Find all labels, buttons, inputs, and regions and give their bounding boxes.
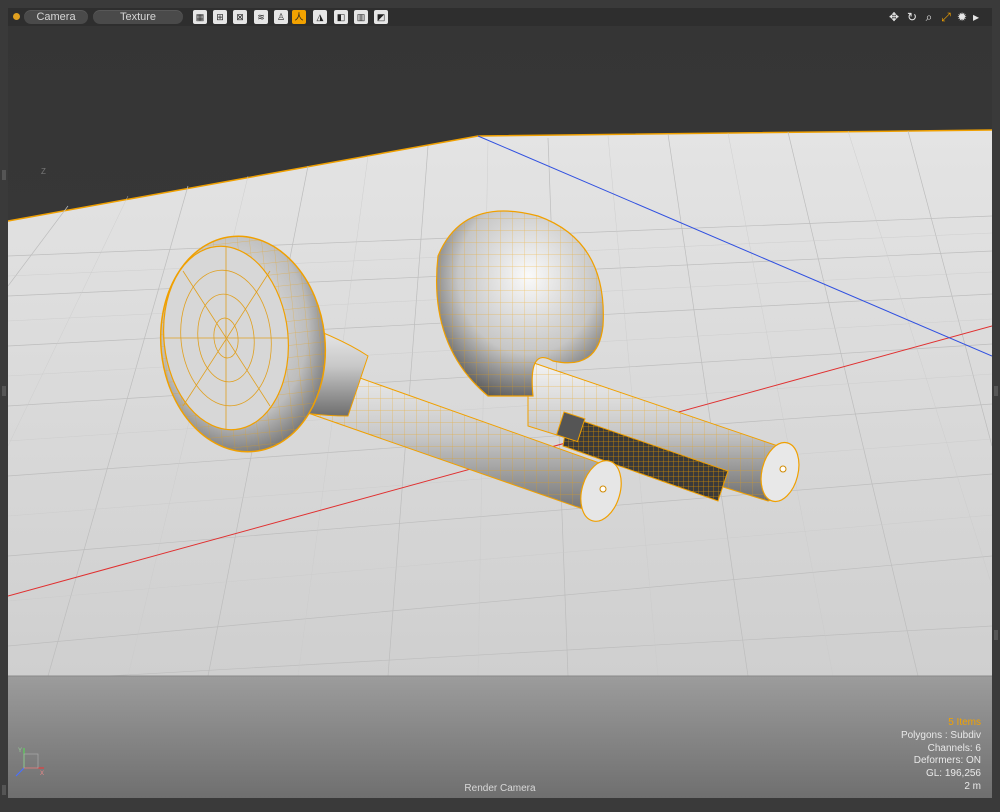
axis-gizmo-icon: Y X xyxy=(15,748,44,777)
left-resize-handle-mid[interactable] xyxy=(2,386,6,396)
right-resize-handle-mid[interactable] xyxy=(994,386,998,396)
wire-box-icon[interactable]: ⊠ xyxy=(233,10,247,24)
texture-dropdown[interactable]: Texture xyxy=(93,10,183,24)
deformers-status: Deformers: ON xyxy=(913,755,981,767)
nodes-icon[interactable]: ⊞ xyxy=(213,10,227,24)
more-icon[interactable]: ▸ xyxy=(969,9,983,25)
items-count: 5 Items xyxy=(948,717,981,728)
scene-render xyxy=(8,26,992,798)
3d-viewport[interactable]: Z xyxy=(8,26,992,798)
shade-icon[interactable]: ◮ xyxy=(313,10,327,24)
checker-icon[interactable]: ▦ xyxy=(193,10,207,24)
person-icon[interactable]: ♙ xyxy=(274,10,288,24)
texture-icon[interactable]: ◧ xyxy=(334,10,348,24)
channels-count: Channels: 6 xyxy=(927,742,981,754)
camera-dropdown[interactable]: Camera xyxy=(24,10,88,24)
fit-icon[interactable]: ⤢ xyxy=(939,9,953,25)
svg-text:X: X xyxy=(40,771,44,777)
move-icon[interactable]: ✥ xyxy=(887,9,901,25)
svg-text:Y: Y xyxy=(18,748,22,754)
polygons-mode: Polygons : Subdiv xyxy=(900,729,981,741)
figure-icon[interactable]: 人 xyxy=(292,10,306,24)
diag-icon[interactable]: ◩ xyxy=(374,10,388,24)
camera-name-label: Render Camera xyxy=(464,783,536,794)
right-resize-handle-bottom[interactable] xyxy=(994,630,998,640)
hatch-icon[interactable]: ≋ xyxy=(254,10,268,24)
gl-count: GL: 196,256 xyxy=(925,768,981,780)
grid-shade-icon[interactable]: ▥ xyxy=(354,10,368,24)
left-resize-handle-top[interactable] xyxy=(2,170,6,180)
rotate-icon[interactable]: ↻ xyxy=(905,9,919,25)
axis-hint-label: Z xyxy=(41,167,46,176)
settings-icon[interactable]: ✹ xyxy=(955,9,969,25)
zoom-icon[interactable]: ⌕ xyxy=(922,9,936,25)
viewport-menu-dot[interactable] xyxy=(13,13,20,20)
